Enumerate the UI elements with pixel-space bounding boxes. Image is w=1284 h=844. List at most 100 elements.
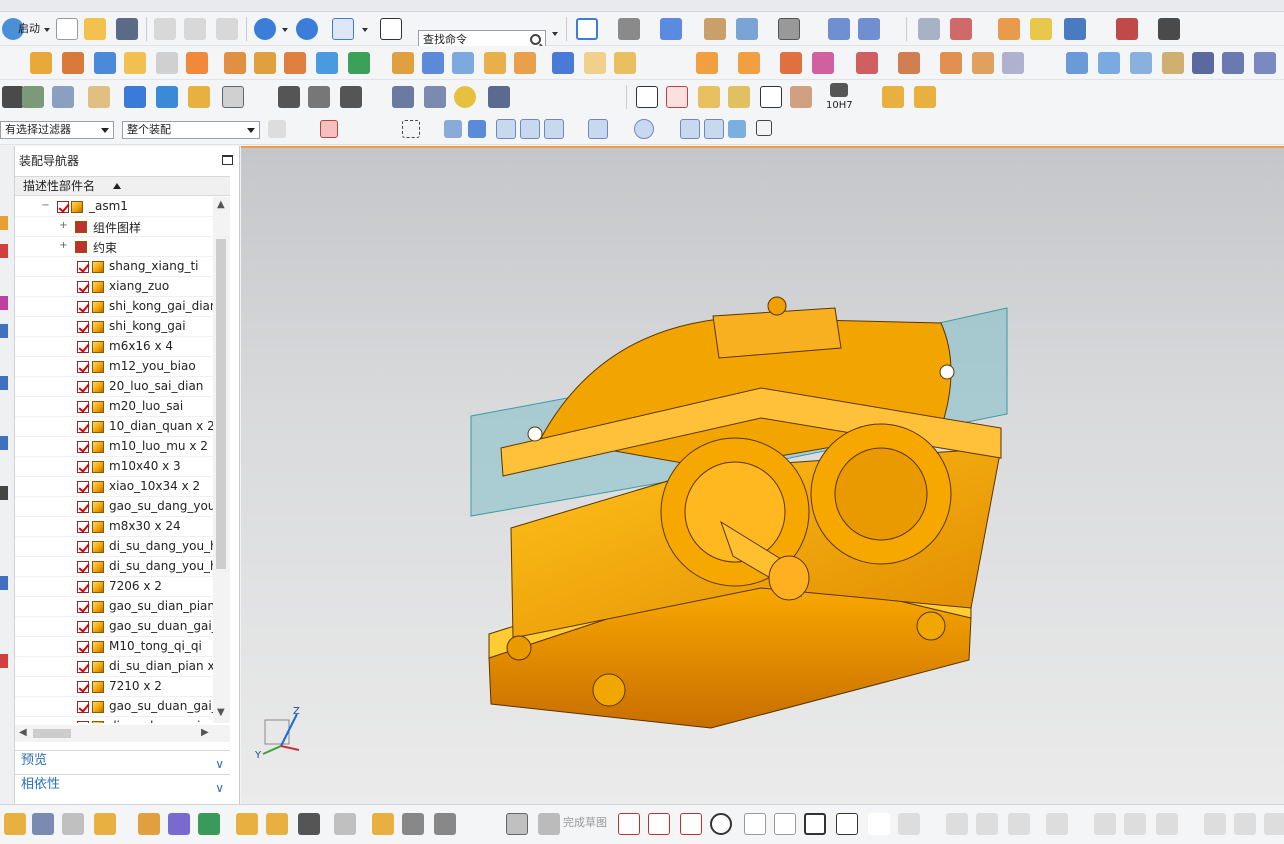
- render-style-icon[interactable]: [618, 18, 640, 40]
- snap-intersection-icon[interactable]: [588, 119, 608, 139]
- sheet-icon[interactable]: [32, 813, 54, 835]
- tree-vertical-scrollbar[interactable]: ▲ ▼: [213, 197, 230, 723]
- bridge-icon[interactable]: [1222, 52, 1244, 74]
- sketch-bottom-icon[interactable]: [506, 813, 528, 835]
- visibility-checkbox[interactable]: [77, 421, 89, 433]
- auto-constraint-icon[interactable]: [1124, 813, 1146, 835]
- visibility-checkbox[interactable]: [77, 621, 89, 633]
- assembly-bottom-icon[interactable]: [4, 813, 26, 835]
- roles-tab-icon[interactable]: [0, 654, 8, 668]
- offset-curve-icon[interactable]: [898, 813, 920, 835]
- paste-icon[interactable]: [216, 18, 238, 40]
- background-icon[interactable]: [778, 18, 800, 40]
- intersect-icon[interactable]: [780, 52, 802, 74]
- start-menu-label[interactable]: 启动: [18, 21, 40, 37]
- section-view-icon[interactable]: [704, 18, 726, 40]
- tree-row-part[interactable]: shi_kong_gai: [15, 317, 213, 337]
- tree-row-part[interactable]: m20_luo_sai: [15, 397, 213, 417]
- arrangement-icon[interactable]: [284, 52, 306, 74]
- scroll-up-icon[interactable]: ▲: [217, 199, 225, 210]
- pocket-icon[interactable]: [188, 86, 210, 108]
- swept-icon[interactable]: [1130, 52, 1152, 74]
- tree-row-part[interactable]: gao_su_dian_pian: [15, 597, 213, 617]
- fastener-icon[interactable]: [488, 86, 510, 108]
- scroll-thumb[interactable]: [216, 239, 226, 569]
- add-component-bottom-icon[interactable]: [94, 813, 116, 835]
- draft-icon[interactable]: [1002, 52, 1024, 74]
- make-corner-icon[interactable]: [1008, 813, 1030, 835]
- snap-endpoint-icon[interactable]: [496, 119, 516, 139]
- offset-face-icon[interactable]: [898, 52, 920, 74]
- check-bottom-icon[interactable]: [334, 813, 356, 835]
- finish-sketch-label[interactable]: 完成草图: [563, 814, 607, 830]
- collapse-icon[interactable]: −: [41, 201, 50, 211]
- tolerance-icon[interactable]: [830, 83, 848, 97]
- weld-icon[interactable]: [422, 52, 444, 74]
- visibility-checkbox[interactable]: [77, 281, 89, 293]
- extrude-icon[interactable]: [484, 52, 506, 74]
- snap-view-icon[interactable]: [332, 18, 354, 40]
- wcs-icon[interactable]: [950, 18, 972, 40]
- tree-row-part[interactable]: m10_luo_mu x 2: [15, 437, 213, 457]
- visibility-checkbox[interactable]: [77, 501, 89, 513]
- tree-row-part[interactable]: m8x30 x 24: [15, 517, 213, 537]
- spring-icon[interactable]: [424, 86, 446, 108]
- sketch-icon[interactable]: [2, 86, 24, 108]
- block-icon[interactable]: [552, 52, 574, 74]
- scroll-left-icon[interactable]: ◀: [19, 727, 27, 738]
- finish-sketch-icon[interactable]: [538, 813, 560, 835]
- new-file-icon[interactable]: [56, 18, 78, 40]
- visibility-checkbox[interactable]: [57, 201, 69, 213]
- spring-bottom-icon[interactable]: [372, 813, 394, 835]
- tree-row-part[interactable]: m6x16 x 4: [15, 337, 213, 357]
- select-feature-icon[interactable]: [320, 120, 338, 138]
- snap-point-on-icon[interactable]: [680, 119, 700, 139]
- scroll-thumb[interactable]: [33, 729, 71, 738]
- face-blend-icon[interactable]: [308, 86, 330, 108]
- snap-point-icon[interactable]: [1116, 18, 1138, 40]
- history-tab-icon[interactable]: [0, 436, 8, 450]
- profile-icon[interactable]: [618, 813, 640, 835]
- circle-icon[interactable]: [710, 813, 732, 835]
- graphics-viewport[interactable]: Z Y: [241, 146, 1284, 804]
- new-component-icon[interactable]: [62, 52, 84, 74]
- orient-view-icon[interactable]: [660, 18, 682, 40]
- unite-icon[interactable]: [696, 52, 718, 74]
- save-icon[interactable]: [116, 18, 138, 40]
- visibility-checkbox[interactable]: [77, 481, 89, 493]
- scroll-right-icon[interactable]: ▶: [201, 727, 209, 738]
- through-curves-icon[interactable]: [1162, 52, 1184, 74]
- mirror-bottom-icon[interactable]: [168, 813, 190, 835]
- visibility-checkbox[interactable]: [77, 461, 89, 473]
- wave-bottom-icon[interactable]: [298, 813, 320, 835]
- web-browser-tab-icon[interactable]: [0, 376, 8, 390]
- balloon-icon[interactable]: [728, 86, 750, 108]
- quick-trim-icon[interactable]: [946, 813, 968, 835]
- vent-plug[interactable]: [767, 296, 787, 316]
- trim-body-icon[interactable]: [812, 52, 834, 74]
- undo-icon[interactable]: [254, 18, 276, 40]
- visibility-checkbox[interactable]: [77, 401, 89, 413]
- rect-select-icon[interactable]: [402, 120, 420, 138]
- assembly-icon[interactable]: [94, 52, 116, 74]
- view-icon[interactable]: [62, 813, 84, 835]
- tree-row-group[interactable]: + 组件图样: [15, 217, 213, 237]
- datum-csys-icon[interactable]: [52, 86, 74, 108]
- snap-dropdown-icon[interactable]: [362, 28, 368, 32]
- table-icon[interactable]: [666, 86, 688, 108]
- convert-reference-icon[interactable]: [1204, 813, 1226, 835]
- snap-control-icon[interactable]: [544, 119, 564, 139]
- fit-view-icon[interactable]: [576, 18, 598, 40]
- mate-icon[interactable]: [452, 52, 474, 74]
- reuse-library-tab-icon[interactable]: [0, 324, 8, 338]
- tree-row-part[interactable]: shang_xiang_ti: [15, 257, 213, 277]
- tree-row-part[interactable]: shi_kong_gai_dian: [15, 297, 213, 317]
- drain-plug[interactable]: [506, 635, 532, 661]
- column-header[interactable]: 描述性部件名: [15, 176, 230, 196]
- maximize-icon[interactable]: [222, 155, 233, 165]
- tree-row-part[interactable]: gao_su_duan_gai_: [15, 617, 213, 637]
- tree-row-part[interactable]: m12_you_biao: [15, 357, 213, 377]
- edge-blend-icon[interactable]: [278, 86, 300, 108]
- point-icon[interactable]: [88, 86, 110, 108]
- visibility-checkbox[interactable]: [77, 301, 89, 313]
